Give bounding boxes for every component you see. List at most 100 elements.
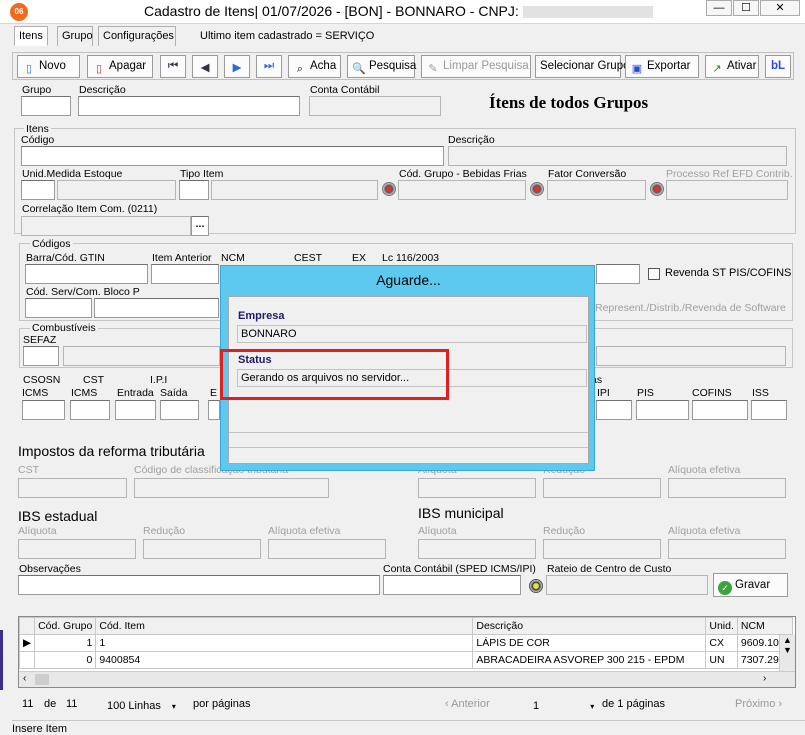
col-cod-item[interactable]: Cód. Item <box>95 617 474 635</box>
delete-document-icon: ▯ <box>95 63 103 75</box>
lines-per-page-select[interactable]: 100 Linhas ▾ <box>107 700 176 712</box>
combustiveis-label: Combustíveis <box>30 322 98 334</box>
serv-input[interactable] <box>25 298 92 318</box>
first-record-button[interactable]: ⏮ <box>160 55 186 78</box>
table-row[interactable]: ▶ 1 1 LÁPIS DE COR CX 9609.10.0 <box>18 634 793 652</box>
col-ncm[interactable]: NCM <box>736 617 793 635</box>
ipi-entrada-input[interactable] <box>115 400 156 420</box>
ativar-button[interactable]: ↗ Ativar <box>705 55 759 78</box>
por-paginas-label: por páginas <box>193 698 251 710</box>
lookup-icon[interactable] <box>529 579 543 593</box>
row-pointer-icon: ▶ <box>18 634 36 652</box>
ibs-estadual-efetiva-input[interactable] <box>268 539 386 559</box>
ibs-municipal-efetiva-input[interactable] <box>668 539 786 559</box>
selecionar-grupo-button[interactable]: Selecionar Grupo <box>535 55 630 78</box>
table-row[interactable]: 0 9400854 ABRACADEIRA ASVOREP 300 215 - … <box>18 651 793 669</box>
descricao-input[interactable] <box>448 146 787 166</box>
col-unid[interactable]: Unid. <box>705 617 738 635</box>
descricao-top-input[interactable] <box>78 96 300 116</box>
ibs-municipal-reducao-input[interactable] <box>543 539 661 559</box>
scroll-left-icon[interactable]: ‹ <box>23 673 26 684</box>
e-input[interactable] <box>208 400 220 420</box>
next-page-icon: › <box>778 698 783 710</box>
extra-tool-button[interactable]: bL <box>765 55 791 78</box>
reforma-classificacao-input[interactable] <box>134 478 329 498</box>
ibs-municipal-aliquota-input[interactable] <box>418 539 536 559</box>
codigo-input[interactable] <box>21 146 444 166</box>
conta-contabil-input[interactable] <box>309 96 441 116</box>
limpar-pesquisa-button[interactable]: ✎ Limpar Pesquisa <box>421 55 531 78</box>
item-anterior-input[interactable] <box>151 264 219 284</box>
cofins-input[interactable] <box>692 400 748 420</box>
tab-configuracoes[interactable]: Configurações <box>98 26 176 46</box>
page-select[interactable]: 1 ▾ <box>533 700 594 712</box>
reforma-aliquota-input[interactable] <box>418 478 536 498</box>
tipo-item-input[interactable] <box>179 180 209 200</box>
iss-input[interactable] <box>751 400 787 420</box>
unid-desc-input[interactable] <box>57 180 176 200</box>
sefaz-desc-input[interactable] <box>63 346 220 366</box>
tipo-item-desc-input[interactable] <box>211 180 378 200</box>
sefaz-input[interactable] <box>23 346 59 366</box>
lc-input[interactable] <box>596 264 640 284</box>
pis-input[interactable] <box>636 400 689 420</box>
next-record-button[interactable]: ▶ <box>224 55 250 78</box>
icms2-label: ICMS <box>71 387 98 399</box>
observacoes-input[interactable] <box>18 575 380 595</box>
cest-label: CEST <box>294 252 323 264</box>
cod-grupo-label: Cód. Grupo - Bebidas Frias <box>399 168 527 180</box>
vertical-scrollbar[interactable]: ▲ ▼ <box>779 635 795 671</box>
reforma-reducao-input[interactable] <box>543 478 661 498</box>
lookup-icon[interactable] <box>382 182 396 196</box>
grupo-input[interactable] <box>21 96 71 116</box>
unid-input[interactable] <box>21 180 55 200</box>
minimize-button[interactable]: — <box>706 0 732 16</box>
app-logo-icon: 06 <box>10 3 28 21</box>
apagar-button[interactable]: ▯ Apagar <box>87 55 153 78</box>
acha-button[interactable]: ⌕ Acha <box>288 55 341 78</box>
gravar-button[interactable]: ✓ Gravar <box>713 573 788 597</box>
desktop-edge <box>0 630 3 690</box>
conta-sped-label: Conta Contábil (SPED ICMS/IPI) <box>383 563 536 575</box>
anterior-button[interactable]: ‹ Anterior <box>445 698 490 710</box>
col-cod-grupo[interactable]: Cód. Grupo <box>34 617 97 635</box>
ibs-estadual-aliquota-input[interactable] <box>18 539 136 559</box>
novo-button[interactable]: ▯ Novo <box>17 55 80 78</box>
ibs-estadual-reducao-input[interactable] <box>143 539 261 559</box>
processo-input[interactable] <box>666 180 788 200</box>
fator-input[interactable] <box>547 180 646 200</box>
close-button[interactable]: ✕ <box>760 0 800 16</box>
col-descricao[interactable]: Descrição <box>472 617 707 635</box>
ipi-saida-input[interactable] <box>160 400 199 420</box>
exportar-button[interactable]: ▣ Exportar <box>625 55 699 78</box>
horizontal-scrollbar[interactable]: ‹ › <box>19 671 795 687</box>
reforma-efetiva-input[interactable] <box>668 478 786 498</box>
scroll-right-icon[interactable]: › <box>763 673 766 684</box>
correlacao-input[interactable] <box>21 216 191 236</box>
pesquisa-button[interactable]: 🔍 Pesquisa <box>347 55 416 78</box>
ipi-input[interactable] <box>596 400 632 420</box>
last-record-button[interactable]: ⏭ <box>256 55 282 78</box>
barra-input[interactable] <box>25 264 148 284</box>
tab-grupo[interactable]: Grupo <box>57 26 93 46</box>
csosn-input[interactable] <box>22 400 65 420</box>
tab-itens[interactable]: Itens <box>14 26 48 46</box>
ibs-municipal-reducao-label: Redução <box>543 525 586 537</box>
revenda-st-checkbox[interactable] <box>648 268 660 280</box>
reforma-cst-input[interactable] <box>18 478 127 498</box>
lookup-icon[interactable] <box>530 182 544 196</box>
prev-record-button[interactable]: ◀ <box>192 55 218 78</box>
cod-grupo-input[interactable] <box>398 180 526 200</box>
correlacao-ellipsis-button[interactable]: ... <box>191 216 209 236</box>
combustivel-right-input[interactable] <box>596 346 786 366</box>
cst-input[interactable] <box>70 400 110 420</box>
ibs-municipal-aliquota-label: Alíquota <box>418 525 457 537</box>
maximize-button[interactable]: ☐ <box>733 0 759 16</box>
conta-sped-input[interactable] <box>383 575 521 595</box>
cell-desc: ABRACADEIRA ASVOREP 300 215 - EPDM <box>472 651 707 669</box>
lookup-icon[interactable] <box>650 182 664 196</box>
proximo-button[interactable]: Próximo › <box>735 698 782 710</box>
serv-desc-input[interactable] <box>94 298 219 318</box>
scroll-thumb[interactable] <box>35 674 49 685</box>
rateio-input[interactable] <box>546 575 708 595</box>
